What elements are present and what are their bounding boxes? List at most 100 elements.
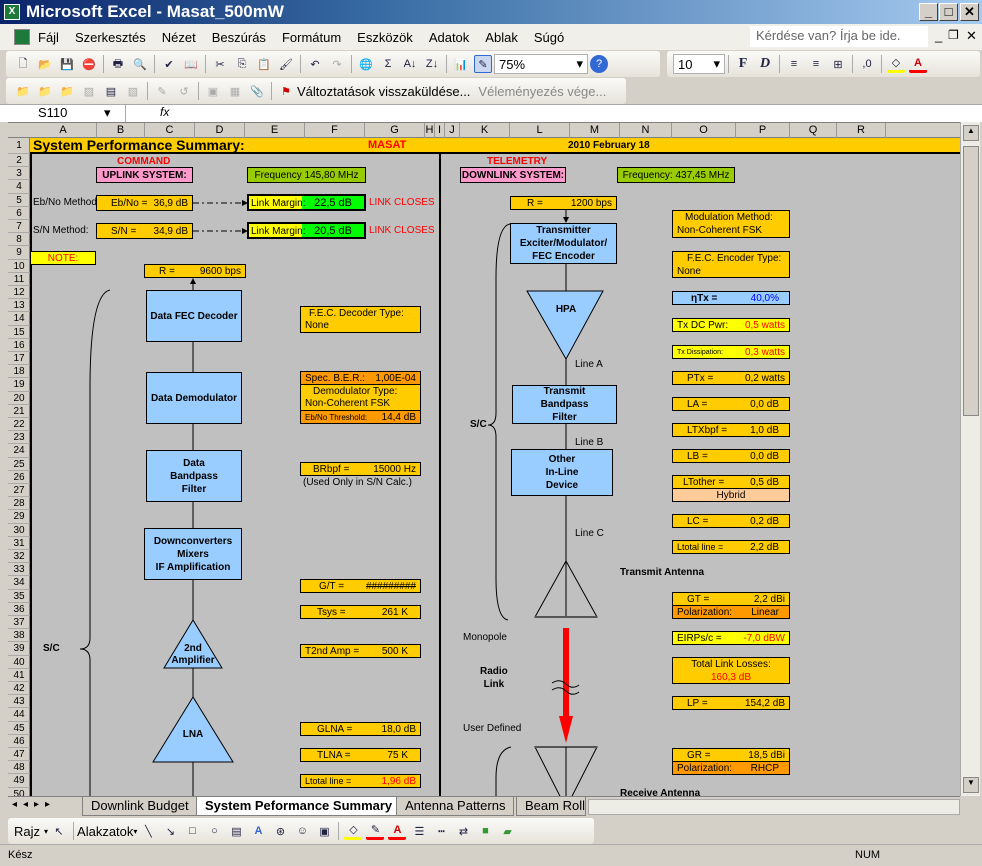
- row-header-11[interactable]: 11: [8, 273, 30, 286]
- row-header-7[interactable]: 7: [8, 220, 30, 234]
- row-header-6[interactable]: 6: [8, 207, 30, 220]
- tx-dissipation-box[interactable]: Tx Dissipation: 0,3 watts: [672, 345, 790, 359]
- row-header-40[interactable]: 40: [8, 656, 30, 669]
- row-header-37[interactable]: 37: [8, 616, 30, 630]
- ber-box[interactable]: Spec. B.E.R.: 1,00E-04: [300, 371, 421, 385]
- row-header-48[interactable]: 48: [8, 761, 30, 775]
- column-header-E[interactable]: E: [245, 123, 305, 138]
- drawing-icon[interactable]: ✎: [474, 55, 492, 73]
- glna-box[interactable]: GLNA = 18,0 dB: [300, 722, 421, 736]
- demodulator-type-box[interactable]: Demodulator Type: Non-Coherent FSK: [300, 384, 421, 411]
- row-header-41[interactable]: 41: [8, 669, 30, 682]
- downconverters-block[interactable]: Downconverters Mixers IF Amplification: [144, 528, 242, 580]
- eirp-box[interactable]: EIRPs/c = -7,0 dBW: [672, 631, 790, 645]
- previous-comment-icon[interactable]: 📁: [36, 82, 54, 100]
- wordart-icon[interactable]: A: [249, 822, 267, 840]
- row-header-43[interactable]: 43: [8, 695, 30, 709]
- gr-box[interactable]: GR = 18,5 dBi: [672, 748, 790, 762]
- row-header-38[interactable]: 38: [8, 629, 30, 643]
- menu-tools[interactable]: Eszközök: [357, 30, 413, 45]
- ebno-threshold-box[interactable]: Eb/No Threshold: 14,4 dB: [300, 410, 421, 424]
- column-header-P[interactable]: P: [736, 123, 790, 138]
- column-header-B[interactable]: B: [97, 123, 145, 138]
- column-header-R[interactable]: R: [837, 123, 886, 138]
- font-color-icon[interactable]: A: [388, 822, 407, 840]
- zoom-select[interactable]: 75% ▾: [494, 54, 588, 74]
- formula-input[interactable]: [180, 105, 960, 122]
- downlink-ltotal-box[interactable]: Ltotal line = 2,2 dB: [672, 540, 790, 554]
- row-header-14[interactable]: 14: [8, 312, 30, 326]
- column-header-N[interactable]: N: [620, 123, 672, 138]
- row-header-45[interactable]: 45: [8, 722, 30, 735]
- lc-box[interactable]: LC = 0,2 dB: [672, 514, 790, 528]
- row-header-3[interactable]: 3: [8, 167, 30, 181]
- sort-asc-icon[interactable]: A↓: [401, 55, 419, 73]
- scroll-up-button[interactable]: ▲: [963, 125, 979, 141]
- menu-help[interactable]: Súgó: [534, 30, 564, 45]
- row-header-21[interactable]: 21: [8, 405, 30, 418]
- row-header-5[interactable]: 5: [8, 194, 30, 207]
- row-header-34[interactable]: 34: [8, 576, 30, 590]
- show-all-comments-icon[interactable]: ▤: [102, 82, 120, 100]
- ltxbpf-box[interactable]: LTXbpf = 1,0 dB: [672, 423, 790, 437]
- menu-insert[interactable]: Beszúrás: [212, 30, 266, 45]
- tab-antenna-patterns[interactable]: Antenna Patterns: [396, 797, 515, 816]
- row-header-44[interactable]: 44: [8, 708, 30, 722]
- autosum-icon[interactable]: Σ: [379, 55, 397, 73]
- menu-window[interactable]: Ablak: [485, 30, 518, 45]
- print-icon[interactable]: 🖶: [109, 55, 127, 73]
- accept-icon[interactable]: ▣: [204, 82, 222, 100]
- data-fec-decoder-block[interactable]: Data FEC Decoder: [146, 290, 242, 342]
- fec-encoder-type-box[interactable]: F.E.C. Encoder Type: None: [672, 251, 790, 278]
- ink-icon[interactable]: ▦: [226, 82, 244, 100]
- doc-restore-button[interactable]: ❐: [948, 28, 959, 42]
- lp-box[interactable]: LP = 154,2 dB: [672, 696, 790, 710]
- horizontal-scrollbar[interactable]: [588, 799, 960, 815]
- undo-icon[interactable]: ↶: [306, 55, 324, 73]
- total-link-losses-box[interactable]: Total Link Losses: 160,3 dB: [672, 657, 790, 684]
- row-header-17[interactable]: 17: [8, 352, 30, 366]
- row-header-28[interactable]: 28: [8, 497, 30, 511]
- data-bandpass-filter-block[interactable]: Data Bandpass Filter: [146, 450, 242, 502]
- line-color-icon[interactable]: ✎: [366, 822, 385, 840]
- row-header-47[interactable]: 47: [8, 748, 30, 762]
- print-preview-icon[interactable]: 🔍: [131, 55, 149, 73]
- line-style-icon[interactable]: ☰: [410, 822, 428, 840]
- tab-downlink-budget[interactable]: Downlink Budget: [82, 797, 198, 816]
- copy-icon[interactable]: ⎘: [233, 55, 251, 73]
- save-icon[interactable]: 💾: [58, 55, 76, 73]
- rectangle-icon[interactable]: □: [183, 822, 201, 840]
- link-margin-sn[interactable]: Link Margin: 20,5 dB: [247, 222, 366, 239]
- sort-desc-icon[interactable]: Z↓: [423, 55, 441, 73]
- column-header-G[interactable]: G: [365, 123, 425, 138]
- row-header-13[interactable]: 13: [8, 299, 30, 313]
- tlna-box[interactable]: TLNA = 75 K: [300, 748, 421, 762]
- permission-icon[interactable]: ⛔: [80, 55, 98, 73]
- ptx-box[interactable]: PTx = 0,2 watts: [672, 371, 790, 385]
- fill-color-icon[interactable]: ◇: [887, 55, 905, 73]
- next-comment-icon[interactable]: 📁: [58, 82, 76, 100]
- column-header-H[interactable]: H: [425, 123, 435, 138]
- menu-edit[interactable]: Szerkesztés: [75, 30, 146, 45]
- doc-close-button[interactable]: ✕: [966, 28, 977, 44]
- row-header-39[interactable]: 39: [8, 642, 30, 656]
- tx-polarization-box[interactable]: Polarization: Linear: [672, 605, 790, 619]
- downlink-rate-box[interactable]: R = 1200 bps: [510, 196, 617, 210]
- align-center-icon[interactable]: ≡: [785, 55, 803, 73]
- row-header-19[interactable]: 19: [8, 378, 30, 392]
- row-header-4[interactable]: 4: [8, 180, 30, 194]
- spelling-icon[interactable]: ✔: [160, 55, 178, 73]
- row-header-33[interactable]: 33: [8, 563, 30, 577]
- new-comment-icon[interactable]: 📁: [14, 82, 32, 100]
- show-comment-icon[interactable]: ▨: [80, 82, 98, 100]
- row-header-46[interactable]: 46: [8, 735, 30, 748]
- cut-icon[interactable]: ✂: [211, 55, 229, 73]
- column-header-M[interactable]: M: [570, 123, 620, 138]
- row-header-20[interactable]: 20: [8, 392, 30, 405]
- 3d-icon[interactable]: ▰: [498, 822, 516, 840]
- column-header-C[interactable]: C: [145, 123, 195, 138]
- row-header-12[interactable]: 12: [8, 286, 30, 300]
- arrow-style-icon[interactable]: ⇄: [454, 822, 472, 840]
- data-demodulator-block[interactable]: Data Demodulator: [146, 372, 242, 424]
- worksheet[interactable]: System Performance Summary: MASAT 2010 F…: [30, 138, 960, 796]
